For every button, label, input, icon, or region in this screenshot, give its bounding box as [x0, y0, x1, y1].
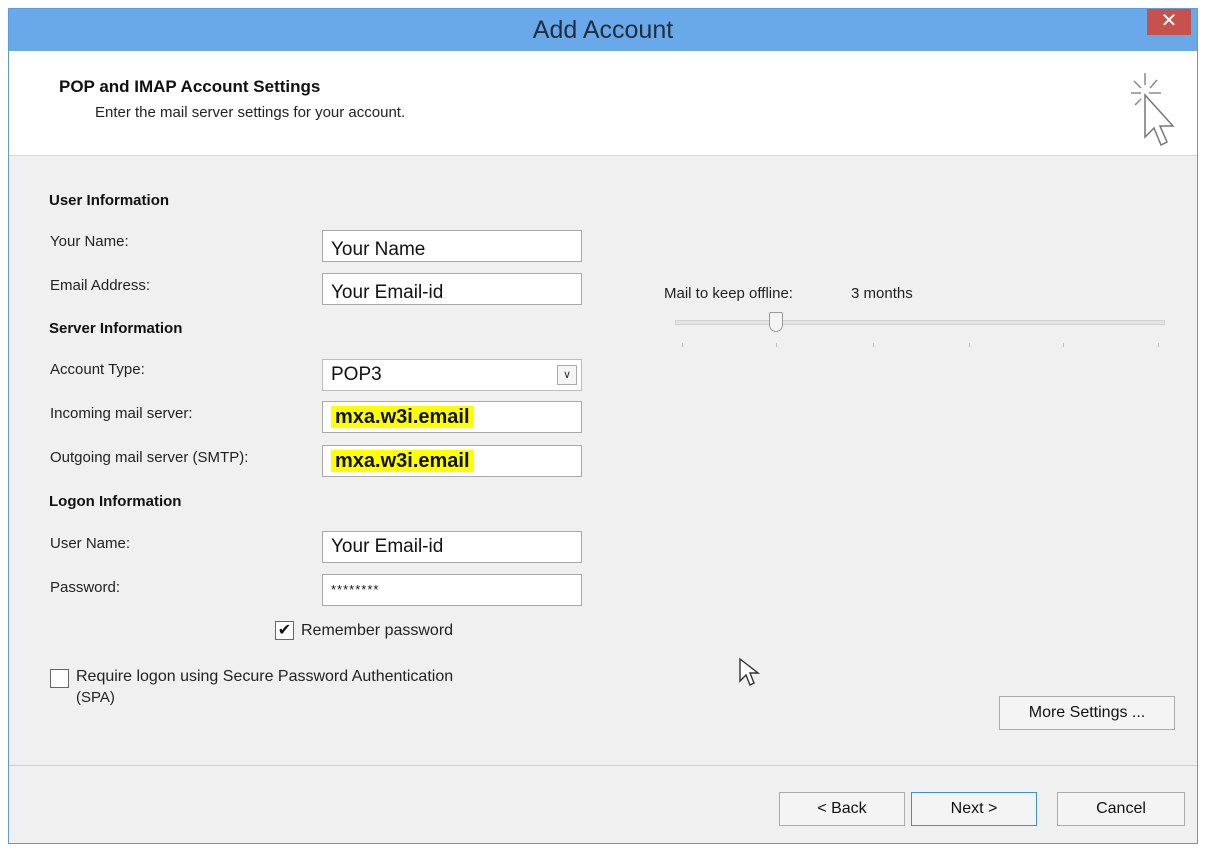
outgoing-mail-server-input[interactable]: mxa.w3i.email [322, 445, 582, 477]
cancel-button[interactable]: Cancel [1057, 792, 1185, 826]
close-button[interactable]: ✕ [1147, 9, 1191, 35]
user-name-label: User Name: [50, 535, 131, 552]
page-top-strip [0, 0, 1207, 8]
email-address-input[interactable]: Your Email-id [322, 273, 582, 305]
dialog-title: Add Account [532, 16, 674, 44]
header-subtitle: Enter the mail server settings for your … [95, 104, 406, 121]
incoming-mail-server-value: mxa.w3i.email [331, 406, 474, 428]
slider-tick [969, 343, 970, 347]
add-account-dialog: Add Account ✕ POP and IMAP Account Setti… [8, 8, 1198, 844]
email-address-value: Your Email-id [331, 282, 444, 303]
header-title: POP and IMAP Account Settings [59, 77, 321, 96]
remember-password-label: Remember password [301, 622, 454, 639]
offline-slider-track[interactable] [675, 320, 1165, 325]
password-label: Password: [50, 579, 121, 596]
incoming-mail-server-input[interactable]: mxa.w3i.email [322, 401, 582, 433]
slider-tick [776, 343, 777, 347]
your-name-label: Your Name: [50, 233, 129, 250]
account-type-select[interactable]: POP3 ∨ [322, 359, 582, 391]
your-name-value: Your Name [331, 239, 426, 260]
remember-password-checkbox[interactable]: ✔ [275, 621, 294, 640]
server-information-heading: Server Information [49, 320, 183, 337]
email-address-label: Email Address: [50, 277, 151, 294]
outgoing-mail-server-label: Outgoing mail server (SMTP): [50, 449, 249, 466]
spa-checkbox[interactable] [50, 669, 69, 688]
user-name-input[interactable]: Your Email-id [322, 531, 582, 563]
user-name-value: Your Email-id [331, 536, 444, 557]
your-name-input[interactable]: Your Name [322, 230, 582, 262]
close-icon: ✕ [1160, 10, 1178, 32]
account-type-label: Account Type: [50, 361, 145, 378]
password-input[interactable]: ******** [322, 574, 582, 606]
incoming-mail-server-label: Incoming mail server: [50, 405, 193, 422]
mail-offline-label: Mail to keep offline: [664, 285, 793, 302]
chevron-down-icon[interactable]: ∨ [557, 365, 577, 385]
offline-slider-thumb[interactable] [769, 312, 783, 332]
mouse-cursor-icon [739, 657, 760, 686]
password-value: ******** [331, 582, 380, 597]
title-bar: Add Account ✕ [9, 9, 1197, 51]
sparkle-cursor-icon [1131, 73, 1175, 147]
spa-label-line2: (SPA) [76, 689, 115, 706]
more-settings-button[interactable]: More Settings ... [999, 696, 1175, 730]
mail-offline-value: 3 months [851, 285, 913, 302]
next-button[interactable]: Next > [911, 792, 1037, 826]
outgoing-mail-server-value: mxa.w3i.email [331, 450, 474, 472]
spa-label-line1: Require logon using Secure Password Auth… [76, 668, 454, 685]
logon-information-heading: Logon Information [49, 493, 182, 510]
checkmark-icon: ✔ [277, 622, 292, 639]
back-button[interactable]: < Back [779, 792, 905, 826]
slider-tick [682, 343, 683, 347]
user-information-heading: User Information [49, 192, 170, 209]
settings-header: POP and IMAP Account Settings Enter the … [9, 51, 1197, 156]
slider-tick [1158, 343, 1159, 347]
slider-tick [1063, 343, 1064, 347]
footer-divider [9, 765, 1197, 766]
account-type-value: POP3 [331, 364, 382, 385]
slider-tick [873, 343, 874, 347]
